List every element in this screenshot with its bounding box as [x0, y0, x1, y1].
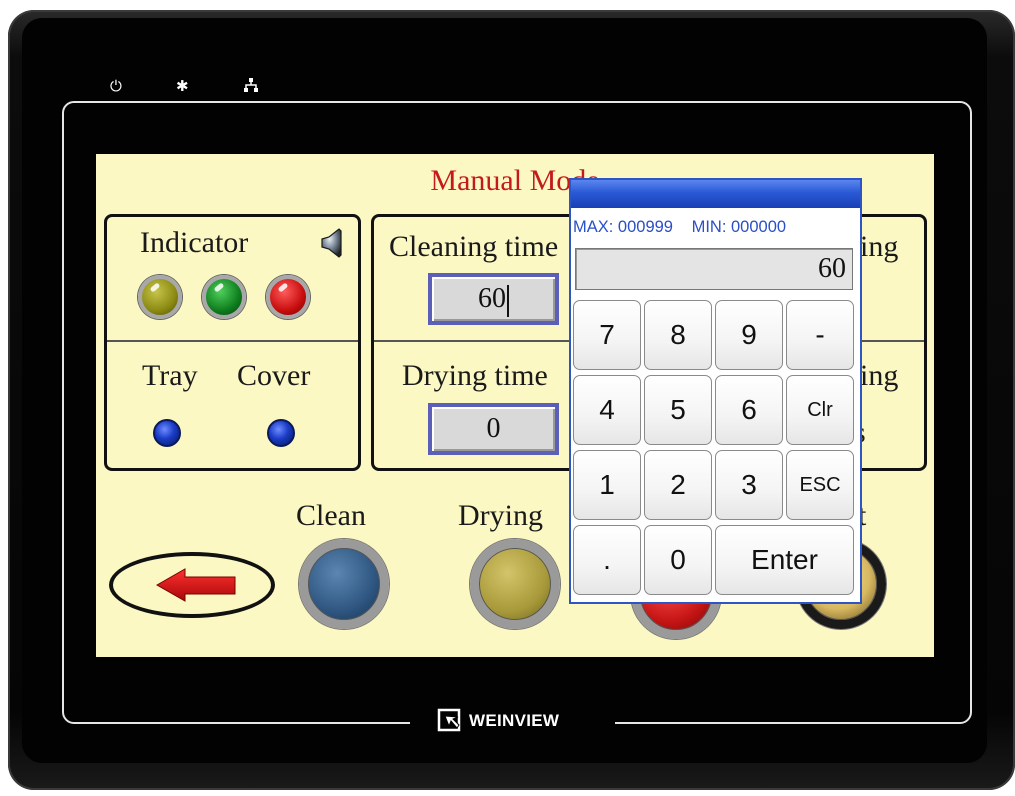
- key-enter[interactable]: Enter: [715, 525, 854, 595]
- cover-label: Cover: [237, 359, 311, 392]
- cleaning-time-label: Cleaning time: [389, 230, 559, 263]
- cleaning-time-value: 60: [478, 283, 506, 314]
- left-arrow-icon: [155, 568, 236, 602]
- key-4[interactable]: 4: [573, 375, 641, 445]
- clean-button[interactable]: [299, 539, 389, 629]
- keypad-max-label: MAX: 000999: [573, 218, 673, 236]
- key-9[interactable]: 9: [715, 300, 783, 370]
- keypad-range: MAX: 000999 MIN: 000000: [573, 218, 853, 237]
- speaker-icon[interactable]: [319, 227, 345, 259]
- asterisk-icon: ✱: [176, 77, 189, 95]
- key-minus[interactable]: -: [786, 300, 854, 370]
- keypad-title-bar[interactable]: [571, 180, 860, 208]
- keypad-display: 60: [575, 248, 853, 290]
- drying-button[interactable]: [470, 539, 560, 629]
- key-decimal[interactable]: .: [573, 525, 641, 595]
- key-1[interactable]: 1: [573, 450, 641, 520]
- indicator-label: Indicator: [140, 226, 249, 259]
- drying-time-input[interactable]: 0: [428, 403, 559, 455]
- tray-label: Tray: [142, 359, 198, 392]
- drying-time-value: 0: [486, 413, 501, 444]
- panel-divider: [107, 340, 358, 342]
- network-icon: [244, 78, 258, 95]
- key-8[interactable]: 8: [644, 300, 712, 370]
- key-escape[interactable]: ESC: [786, 450, 854, 520]
- key-7[interactable]: 7: [573, 300, 641, 370]
- brand-mark-icon: [437, 708, 461, 732]
- key-6[interactable]: 6: [715, 375, 783, 445]
- text-cursor: [507, 284, 509, 317]
- tray-status-lamp: [153, 419, 181, 447]
- key-clear[interactable]: Clr: [786, 375, 854, 445]
- right-top-label: ing: [860, 230, 899, 263]
- right-bottom-label: ing: [860, 359, 899, 392]
- back-button[interactable]: [109, 552, 275, 618]
- brand-logo: WEINVIEW: [437, 704, 607, 738]
- clean-label: Clean: [296, 499, 366, 532]
- key-2[interactable]: 2: [644, 450, 712, 520]
- indicator-lamp-green: [202, 275, 246, 319]
- drying-time-label: Drying time: [402, 359, 548, 392]
- indicator-lamp-yellow: [138, 275, 182, 319]
- keypad-min-label: MIN: 000000: [691, 218, 787, 236]
- indicator-lamp-red: [266, 275, 310, 319]
- power-icon: ⏻: [110, 77, 122, 95]
- drying-label: Drying: [458, 499, 543, 532]
- numeric-keypad: MAX: 000999 MIN: 000000 60 7 8 9 - 4 5 6…: [569, 178, 862, 604]
- brand-name: WEINVIEW: [469, 711, 560, 730]
- key-0[interactable]: 0: [644, 525, 712, 595]
- cover-status-lamp: [267, 419, 295, 447]
- cleaning-time-input[interactable]: 60: [428, 273, 559, 325]
- key-5[interactable]: 5: [644, 375, 712, 445]
- key-3[interactable]: 3: [715, 450, 783, 520]
